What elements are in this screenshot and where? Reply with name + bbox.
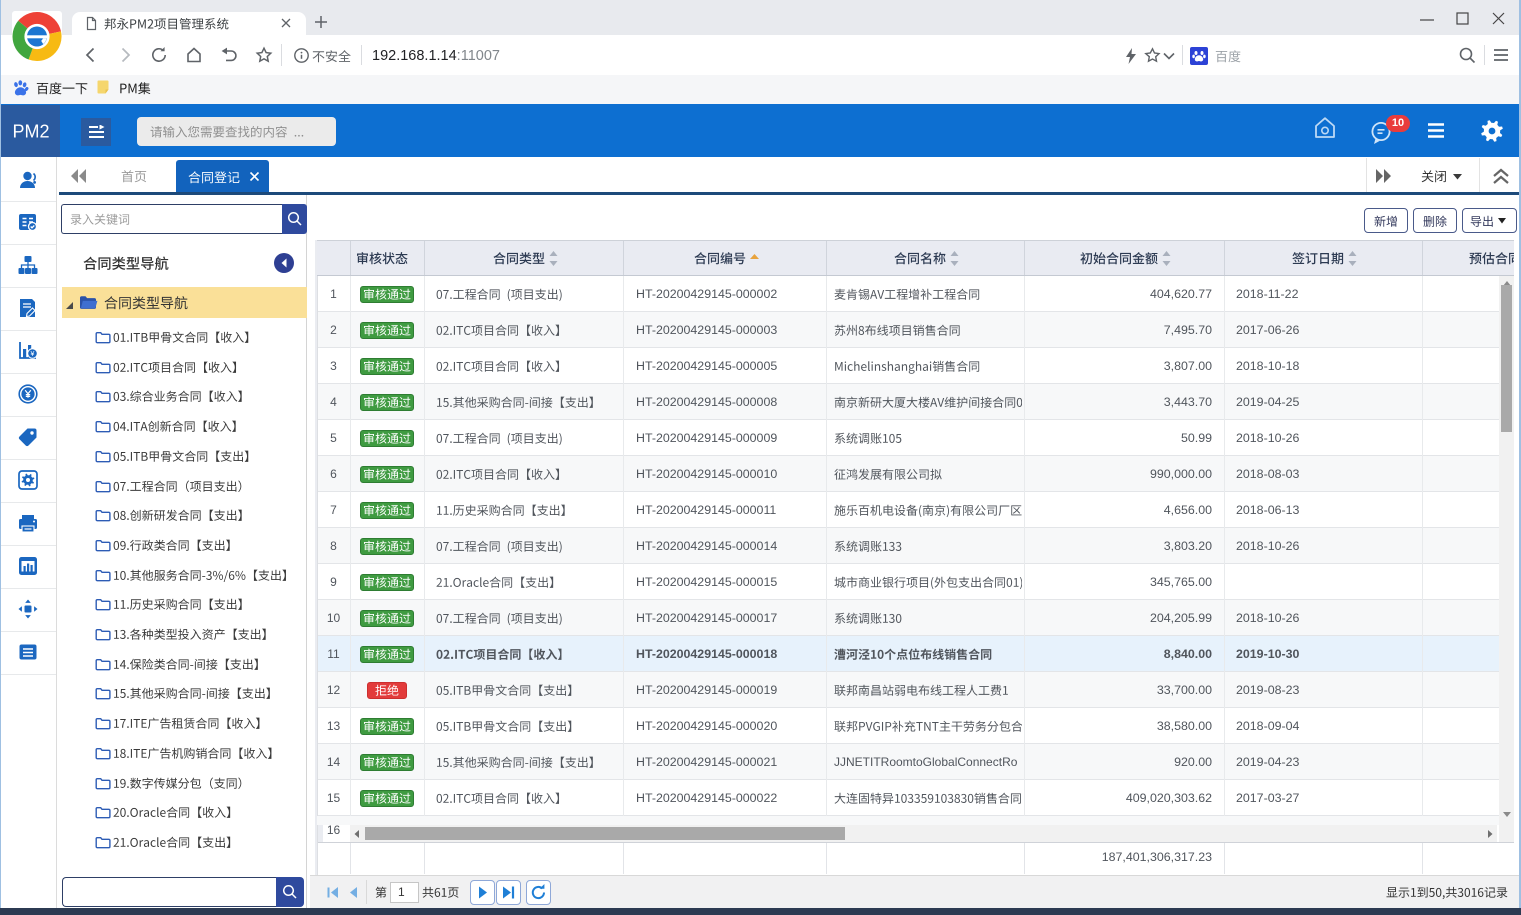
svg-text:¥: ¥ [31,351,35,358]
